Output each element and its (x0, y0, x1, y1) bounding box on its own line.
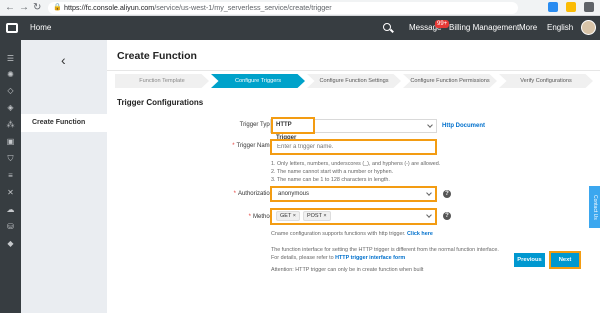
interface-note-1: The function interface for setting the H… (271, 247, 499, 253)
page-title: Create Function (117, 50, 197, 62)
tag-icon[interactable]: ◆ (6, 239, 15, 248)
cname-note: Cname configuration supports functions w… (271, 231, 433, 237)
step-function-template[interactable]: Function Template (115, 74, 209, 88)
authorization-value: anonymous (278, 191, 310, 197)
message-badge: 99+ (435, 20, 450, 28)
address-bar[interactable]: 🔒 https://fc.console.aliyun.com/service/… (48, 2, 518, 14)
previous-button[interactable]: Previous (514, 253, 545, 267)
chevron-left-icon[interactable]: ‹ (61, 52, 66, 68)
step-verify-configurations[interactable]: Verify Configurations (499, 74, 593, 88)
box-icon[interactable]: ▣ (6, 137, 15, 146)
step-configure-function-permissions[interactable]: Configure Function Permissions (403, 74, 497, 88)
method-tag-get[interactable]: GET × (276, 211, 300, 221)
attention-note: Attention: HTTP trigger can only be in c… (271, 267, 424, 273)
avatar[interactable] (581, 20, 596, 35)
help-icon[interactable]: ? (443, 190, 451, 198)
main-content: Create Function Function Template Config… (107, 40, 600, 313)
chevron-down-icon (427, 122, 433, 128)
forward-arrow-icon[interactable]: → (19, 2, 29, 14)
trigger-name-label: * Trigger Name (232, 143, 273, 149)
url-path: /service/us-west-1/my_serverless_service… (154, 3, 332, 12)
top-navigation: Home Message 99+ Billing Management More… (0, 16, 600, 40)
language-selector[interactable]: English (547, 16, 573, 40)
trigger-type-label: Trigger Type (239, 122, 273, 128)
reload-icon[interactable]: ↻ (33, 2, 41, 14)
diamond-icon[interactable]: ◇ (6, 86, 15, 95)
sliders-icon[interactable]: ≡ (6, 171, 15, 180)
trigger-type-value[interactable]: HTTP Trigger (271, 117, 315, 141)
gear-icon[interactable]: ✺ (6, 70, 15, 79)
step-configure-triggers[interactable]: Configure Triggers (211, 74, 305, 88)
browser-extensions (548, 2, 594, 12)
product-icon-rail: ☰ ✺ ◇ ◈ ⁂ ▣ ⛉ ≡ ✕ ☁ ⛁ ◆ (0, 40, 21, 313)
click-here-link[interactable]: Click here (407, 231, 433, 237)
interface-note-2: For details, please refer to HTTP trigge… (271, 255, 406, 261)
http-trigger-interface-link[interactable]: HTTP trigger interface form (335, 255, 405, 261)
back-arrow-icon[interactable]: ← (5, 2, 15, 14)
contact-us-tab[interactable]: Contact Us (589, 186, 600, 228)
menu-icon[interactable] (584, 2, 594, 12)
sidebar-item-create-function[interactable]: Create Function (21, 114, 107, 132)
secondary-sidebar: ‹ Create Function (21, 40, 107, 313)
trigger-name-rule-1: 1. Only letters, numbers, underscores (_… (271, 161, 441, 167)
url-host: https://fc.console.aliyun.com (64, 3, 155, 12)
help-icon[interactable]: ? (443, 212, 451, 220)
more-menu[interactable]: More (519, 16, 537, 40)
authorization-select[interactable]: anonymous (270, 186, 437, 202)
menu-icon[interactable]: ☰ (6, 54, 15, 63)
authorization-label: * Authorization (233, 191, 273, 197)
search-icon[interactable] (383, 23, 391, 31)
billing-management-link[interactable]: Billing Management (449, 16, 519, 40)
database-icon[interactable]: ⛁ (6, 222, 15, 231)
http-document-link[interactable]: Http Document (442, 122, 485, 130)
browser-toolbar: ← → ↻ 🔒 https://fc.console.aliyun.com/se… (0, 0, 600, 16)
method-label: * Method (248, 214, 273, 220)
trigger-name-input[interactable] (270, 139, 437, 155)
trigger-name-rule-3: 3. The name can be 1 to 128 characters i… (271, 177, 390, 183)
cube-icon[interactable]: ◈ (6, 103, 15, 112)
chevron-down-icon (426, 212, 432, 218)
close-x-icon[interactable]: ✕ (6, 188, 15, 197)
next-button[interactable]: Next (549, 251, 581, 269)
console-logo-icon[interactable] (6, 23, 18, 33)
chevron-down-icon (426, 190, 432, 196)
star-icon[interactable] (566, 2, 576, 12)
extension-icon[interactable] (548, 2, 558, 12)
method-multiselect[interactable]: GET × POST × (270, 208, 437, 225)
section-title: Trigger Configurations (117, 98, 204, 107)
method-tag-post[interactable]: POST × (302, 211, 331, 221)
divider (107, 70, 600, 71)
trigger-name-rule-2: 2. The name cannot start with a number o… (271, 169, 394, 175)
shield-icon[interactable]: ⛉ (6, 154, 15, 163)
step-configure-function-settings[interactable]: Configure Function Settings (307, 74, 401, 88)
home-link[interactable]: Home (30, 16, 51, 40)
wizard-steps: Function Template Configure Triggers Con… (115, 74, 595, 88)
network-icon[interactable]: ⁂ (6, 120, 15, 129)
cloud-icon[interactable]: ☁ (6, 205, 15, 214)
lock-icon: 🔒 (53, 4, 62, 11)
